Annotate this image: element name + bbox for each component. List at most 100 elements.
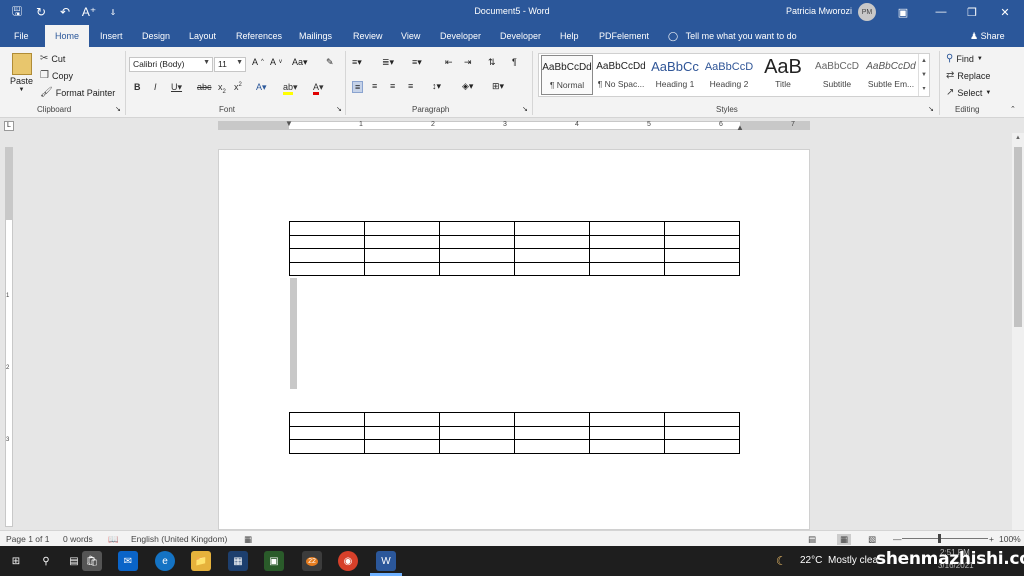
- table-cell[interactable]: [514, 221, 590, 236]
- word-icon[interactable]: W: [376, 551, 396, 571]
- show-marks-button[interactable]: ¶: [512, 57, 517, 67]
- restore-icon[interactable]: ❐: [963, 3, 981, 21]
- tab-home[interactable]: Home: [45, 25, 90, 47]
- borders-button[interactable]: ⊞▾: [492, 81, 504, 92]
- table-cell[interactable]: [364, 412, 440, 427]
- calculator-icon[interactable]: ▦: [228, 551, 248, 571]
- style-no-spacing[interactable]: AaBbCcDd ¶ No Spac...: [595, 55, 647, 95]
- table-cell[interactable]: [589, 248, 665, 263]
- table-cell[interactable]: [589, 439, 665, 454]
- language[interactable]: English (United Kingdom): [131, 534, 227, 544]
- chrome-icon[interactable]: ◉: [338, 551, 358, 571]
- tell-me-search[interactable]: ◯ Tell me what you want to do: [668, 25, 797, 47]
- table-cell[interactable]: [589, 234, 665, 249]
- change-case-button[interactable]: Aa▾: [292, 57, 308, 68]
- table-cell[interactable]: [589, 425, 665, 440]
- app-icon[interactable]: ▣: [264, 551, 284, 571]
- sort-button[interactable]: ⇅: [488, 57, 496, 68]
- cut-button[interactable]: ✂ Cut: [40, 53, 65, 64]
- table-cell[interactable]: [514, 412, 590, 427]
- ribbon-display-options-icon[interactable]: ▣: [894, 3, 912, 21]
- table-cell[interactable]: [364, 425, 440, 440]
- scroll-thumb[interactable]: [1014, 147, 1022, 327]
- table-cell[interactable]: [514, 425, 590, 440]
- tab-references[interactable]: References: [236, 25, 282, 47]
- table-cell[interactable]: [289, 261, 365, 276]
- table-cell[interactable]: [514, 248, 590, 263]
- edge-icon[interactable]: e: [155, 551, 175, 571]
- user-name[interactable]: Patricia Mworozi: [786, 6, 852, 16]
- store-icon[interactable]: 🛍: [82, 551, 102, 571]
- zoom-out-icon[interactable]: —: [893, 534, 902, 544]
- tab-selector[interactable]: L: [4, 121, 14, 131]
- replace-button[interactable]: ⇄ Replace: [946, 70, 990, 81]
- shading-button[interactable]: ◈▾: [462, 81, 473, 92]
- table-cell[interactable]: [514, 439, 590, 454]
- user-avatar[interactable]: PM: [858, 3, 876, 21]
- multilevel-list-button[interactable]: ≡▾: [412, 57, 422, 68]
- table-cell[interactable]: [364, 439, 440, 454]
- tab-pdfelement[interactable]: PDFelement: [599, 25, 649, 47]
- numbering-button[interactable]: ≣▾: [382, 57, 394, 68]
- table-cell[interactable]: [439, 234, 515, 249]
- style-heading-1[interactable]: AaBbCc Heading 1: [649, 55, 701, 95]
- zoom-in-icon[interactable]: +: [989, 534, 994, 544]
- style-subtitle[interactable]: AaBbCcD Subtitle: [811, 55, 863, 95]
- weather-text[interactable]: Mostly clea: [828, 555, 878, 566]
- subscript-button[interactable]: x2: [218, 82, 226, 95]
- font-launcher-icon[interactable]: ↘: [336, 105, 342, 113]
- app-icon-badge[interactable]: 22: [302, 551, 322, 571]
- temperature[interactable]: 22°C: [800, 555, 822, 566]
- tab-layout[interactable]: Layout: [189, 25, 216, 47]
- table-cell[interactable]: [514, 234, 590, 249]
- table-top[interactable]: [289, 221, 740, 276]
- weather-moon-icon[interactable]: ☾: [776, 554, 787, 568]
- windows-start-icon[interactable]: ⊞: [6, 551, 26, 571]
- web-layout-icon[interactable]: ▧: [868, 534, 876, 545]
- font-color-button[interactable]: A▾: [313, 82, 324, 95]
- right-indent-marker-icon[interactable]: ▲: [736, 123, 744, 132]
- vertical-scrollbar[interactable]: ▲: [1012, 133, 1024, 530]
- underline-button[interactable]: U▾: [171, 82, 182, 93]
- table-cell[interactable]: [439, 221, 515, 236]
- superscript-button[interactable]: x2: [234, 82, 242, 92]
- table-cell[interactable]: [514, 261, 590, 276]
- table-cell[interactable]: [439, 439, 515, 454]
- table-cell[interactable]: [664, 425, 740, 440]
- align-left-button[interactable]: ≡: [352, 81, 364, 93]
- table-cell[interactable]: [664, 412, 740, 427]
- tab-developer-2[interactable]: Developer: [500, 25, 541, 47]
- grow-font-button[interactable]: A ^: [252, 57, 264, 67]
- line-spacing-button[interactable]: ↕▾: [432, 81, 441, 92]
- table-cell[interactable]: [364, 261, 440, 276]
- zoom-slider-thumb[interactable]: [938, 534, 941, 543]
- styles-scroll[interactable]: ▲ ▼ ▾: [918, 54, 929, 96]
- bold-button[interactable]: B: [134, 82, 141, 92]
- tab-insert[interactable]: Insert: [100, 25, 123, 47]
- table-cell[interactable]: [664, 234, 740, 249]
- read-mode-icon[interactable]: ▤: [808, 534, 816, 545]
- table-cell[interactable]: [439, 425, 515, 440]
- document-page[interactable]: [218, 149, 810, 530]
- tab-review[interactable]: Review: [353, 25, 383, 47]
- decrease-indent-button[interactable]: ⇤: [445, 57, 453, 68]
- table-cell[interactable]: [439, 248, 515, 263]
- mail-icon[interactable]: ✉: [118, 551, 138, 571]
- proofing-icon[interactable]: 📖: [108, 534, 119, 545]
- copy-button[interactable]: ❐ Copy: [40, 70, 73, 81]
- text-effects-button[interactable]: A▾: [256, 82, 267, 93]
- table-cell[interactable]: [289, 234, 365, 249]
- table-cell[interactable]: [289, 221, 365, 236]
- paste-button[interactable]: Paste ▼: [10, 53, 33, 93]
- vertical-ruler[interactable]: 1 2 3: [5, 147, 13, 527]
- table-cell[interactable]: [589, 261, 665, 276]
- table-cell[interactable]: [289, 439, 365, 454]
- share-button[interactable]: ♟ Share: [970, 25, 1005, 47]
- style-subtle-emphasis[interactable]: AaBbCcDd Subtle Em...: [865, 55, 917, 95]
- styles-launcher-icon[interactable]: ↘: [928, 105, 934, 113]
- task-view-icon[interactable]: ▤: [64, 551, 84, 571]
- horizontal-ruler[interactable]: 1 2 3 4 5 6 7 ▼ ▲: [218, 119, 810, 132]
- strikethrough-button[interactable]: abc: [197, 82, 212, 92]
- table-cell[interactable]: [439, 261, 515, 276]
- table-cell[interactable]: [664, 439, 740, 454]
